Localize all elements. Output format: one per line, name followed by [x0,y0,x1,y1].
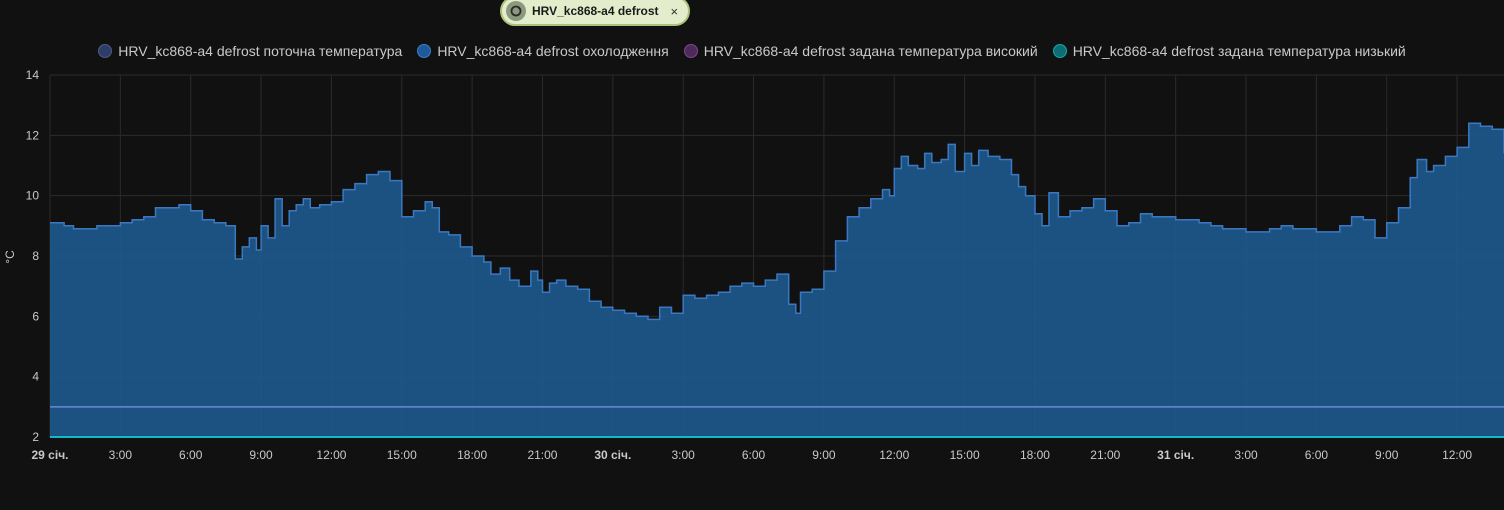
y-tick-label: 6 [32,309,39,323]
temperature-chart[interactable]: 2 4 6 8 10 12 14 29 січ. 3:00 6:00 9:00 12:00 15:00 1… [0,0,1504,510]
y-tick-label: 14 [26,68,40,82]
x-tick-label: 15:00 [950,448,980,462]
x-tick-label: 18:00 [457,448,487,462]
y-axis-label: °C [3,250,17,264]
x-tick-label: 30 січ. [594,448,631,462]
x-tick-label: 12:00 [1442,448,1472,462]
y-tick-label: 10 [26,189,40,203]
x-tick-label: 6:00 [1305,448,1329,462]
x-tick-label: 9:00 [1375,448,1399,462]
y-tick-label: 4 [32,370,39,384]
x-tick-label: 3:00 [672,448,696,462]
x-tick-label: 15:00 [387,448,417,462]
x-tick-label: 9:00 [812,448,836,462]
x-tick-label: 3:00 [109,448,133,462]
x-tick-label: 12:00 [316,448,346,462]
x-tick-label: 6:00 [179,448,203,462]
y-tick-label: 2 [32,430,39,444]
x-tick-label: 21:00 [1090,448,1120,462]
x-tick-label: 31 січ. [1157,448,1194,462]
x-tick-label: 29 січ. [32,448,69,462]
y-tick-label: 8 [32,249,39,263]
x-tick-label: 18:00 [1020,448,1050,462]
x-tick-label: 9:00 [249,448,273,462]
x-tick-label: 3:00 [1234,448,1258,462]
x-tick-label: 6:00 [742,448,766,462]
x-tick-label: 12:00 [879,448,909,462]
x-tick-label: 21:00 [527,448,557,462]
y-tick-label: 12 [26,128,40,142]
